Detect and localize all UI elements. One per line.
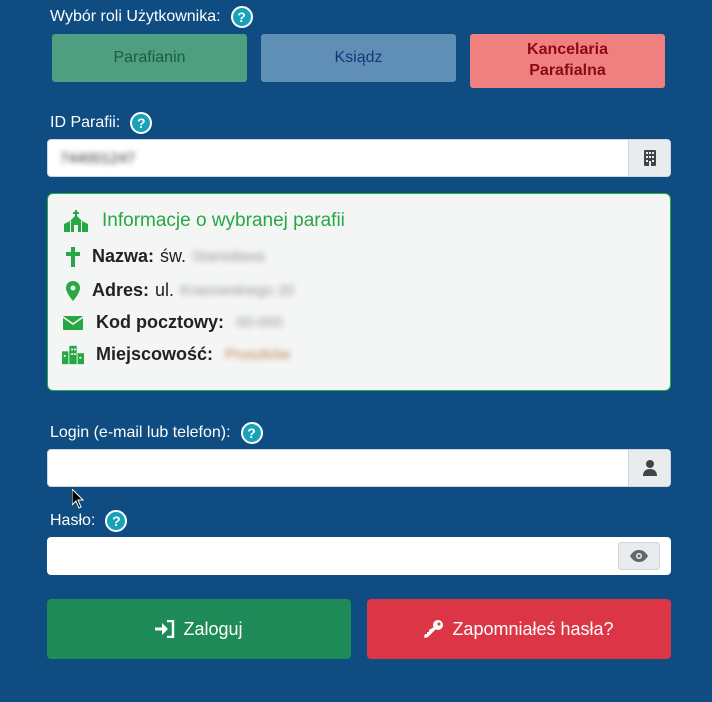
role-button-kancelaria[interactable]: Kancelaria Parafialna	[470, 34, 665, 88]
map-marker-icon	[62, 280, 84, 301]
info-row-address: Adres: ul. Krasowskiego 20	[62, 280, 294, 301]
postal-label: Kod pocztowy:	[96, 312, 224, 332]
church-icon	[62, 210, 90, 232]
login-input[interactable]	[48, 450, 628, 486]
parish-id-input[interactable]	[48, 140, 628, 176]
info-title: Informacje o wybranej parafii	[62, 210, 345, 232]
name-label: Nazwa:	[92, 246, 155, 266]
login-label: Login (e-mail lub telefon): ?	[50, 422, 263, 444]
city-icon	[62, 345, 84, 365]
login-button[interactable]: Zaloguj	[47, 599, 351, 659]
sign-in-icon	[155, 620, 183, 638]
role-button-ksiadz[interactable]: Ksiądz	[261, 34, 456, 82]
cross-icon	[62, 246, 84, 267]
postal-value: 00-000	[236, 314, 283, 331]
parish-id-label: ID Parafii: ?	[50, 112, 153, 134]
password-label: Hasło: ?	[50, 510, 128, 532]
role-label-text: Wybór roli Użytkownika:	[50, 8, 221, 25]
key-icon	[424, 619, 452, 639]
eye-icon[interactable]	[618, 542, 660, 570]
role-help-icon[interactable]: ?	[230, 6, 253, 28]
password-help-icon[interactable]: ?	[105, 510, 128, 532]
address-label: Adres:	[92, 280, 150, 300]
role-section-label: Wybór roli Użytkownika: ?	[50, 6, 253, 28]
info-row-postal: Kod pocztowy: 00-000	[62, 312, 283, 333]
parish-info-card: Informacje o wybranej parafii Nazwa: św.…	[47, 193, 671, 391]
user-icon	[628, 450, 670, 486]
name-prefix: św.	[160, 246, 187, 266]
info-row-name: Nazwa: św. Stanisława	[62, 246, 265, 267]
parish-id-group	[47, 139, 671, 177]
name-value: Stanisława	[192, 248, 265, 265]
login-help-icon[interactable]: ?	[240, 422, 263, 444]
forgot-password-button[interactable]: Zapomniałeś hasła?	[367, 599, 671, 659]
login-group	[47, 449, 671, 487]
parish-id-help-icon[interactable]: ?	[130, 112, 153, 134]
login-button-label: Zaloguj	[183, 618, 243, 639]
password-label-text: Hasło:	[50, 512, 96, 529]
password-group	[47, 537, 671, 575]
role-button-parafianin[interactable]: Parafianin	[52, 34, 247, 82]
address-value: Krasowskiego 20	[180, 282, 295, 299]
info-row-city: Miejscowość: Pruszków	[62, 344, 290, 365]
info-title-text: Informacje o wybranej parafii	[102, 210, 345, 231]
city-value: Pruszków	[225, 346, 291, 363]
password-input[interactable]	[48, 538, 618, 574]
building-icon	[628, 140, 670, 176]
login-label-text: Login (e-mail lub telefon):	[50, 424, 231, 441]
parish-id-label-text: ID Parafii:	[50, 114, 121, 131]
envelope-icon	[62, 315, 84, 330]
address-prefix: ul.	[155, 280, 175, 300]
city-label: Miejscowość:	[96, 344, 214, 364]
role-kancelaria-label: Kancelaria Parafialna	[527, 41, 608, 79]
forgot-password-label: Zapomniałeś hasła?	[452, 618, 614, 639]
